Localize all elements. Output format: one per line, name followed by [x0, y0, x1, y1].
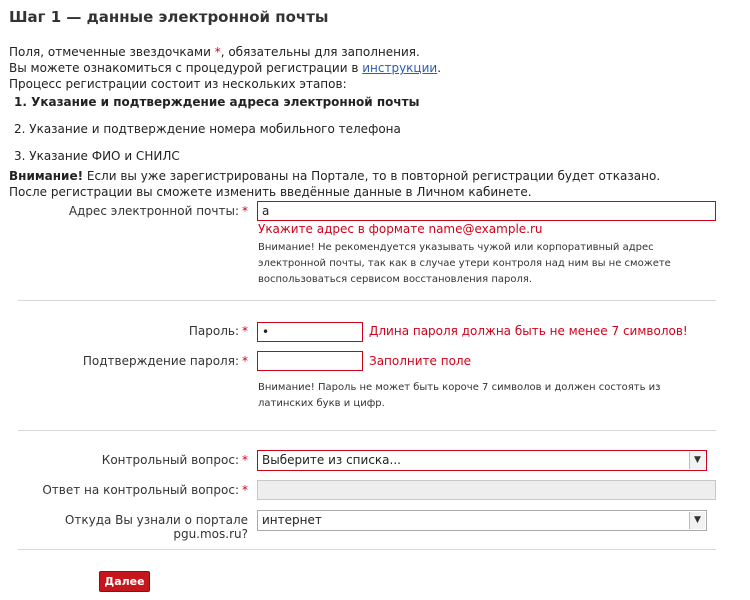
divider [18, 549, 716, 550]
warning-line-2: После регистрации вы сможете изменить вв… [9, 185, 532, 199]
password-field[interactable] [257, 322, 363, 342]
security-question-required-asterisk: * [242, 453, 248, 467]
next-button[interactable]: Далее [99, 571, 150, 592]
chevron-down-icon[interactable]: ▼ [689, 452, 705, 469]
password-required-asterisk: * [242, 324, 248, 338]
password-hint: Внимание! Пароль не может быть короче 7 … [258, 382, 661, 409]
step-item-email: 1. Указание и подтверждение адреса элект… [14, 95, 420, 109]
password-confirm-label: Подтверждение пароля: * [8, 354, 248, 368]
source-label: Откуда Вы узнали о портале pgu.mos.ru? [8, 513, 248, 541]
source-value: интернет [262, 513, 322, 527]
security-question-select[interactable]: Выберите из списка... ▼ [257, 450, 707, 471]
password-error: Длина пароля должна быть не менее 7 симв… [369, 324, 688, 338]
email-field[interactable] [257, 201, 716, 221]
password-confirm-error: Заполните поле [369, 354, 471, 368]
security-answer-field [257, 480, 716, 500]
required-note-text-end: , обязательны для заполнения. [220, 45, 420, 59]
registration-steps: 1. Указание и подтверждение адреса элект… [14, 94, 419, 175]
email-error: Укажите адрес в формате name@example.ru [258, 222, 543, 236]
security-question-label-text: Контрольный вопрос: [101, 453, 239, 467]
required-note: Поля, отмеченные звездочками *, обязател… [9, 44, 441, 60]
password-label: Пароль: * [8, 324, 248, 338]
security-answer-label-text: Ответ на контрольный вопрос: [42, 483, 239, 497]
page-title: Шаг 1 — данные электронной почты [9, 8, 329, 26]
password-confirm-required-asterisk: * [242, 354, 248, 368]
warning-notice: Внимание! Если вы уже зарегистрированы н… [9, 168, 660, 200]
instructions-link[interactable]: инструкции [362, 61, 437, 75]
step-item-phone: 2. Указание и подтверждение номера мобил… [14, 122, 401, 136]
divider [18, 300, 716, 301]
instructions-note-text: Вы можете ознакомиться с процедурой реги… [9, 61, 363, 75]
security-answer-label: Ответ на контрольный вопрос: * [8, 483, 248, 497]
divider [18, 430, 716, 431]
warning-text: Если вы уже зарегистрированы на Портале,… [83, 169, 661, 183]
password-confirm-field[interactable] [257, 351, 363, 371]
email-label-text: Адрес электронной почты: [68, 204, 239, 218]
email-hint: Внимание! Не рекомендуется указывать чуж… [258, 242, 671, 285]
password-label-text: Пароль: [188, 324, 239, 338]
security-question-label: Контрольный вопрос: * [8, 453, 248, 467]
instructions-note: Вы можете ознакомиться с процедурой реги… [9, 60, 441, 76]
intro-text: Поля, отмеченные звездочками *, обязател… [9, 44, 441, 92]
warning-line-1: Внимание! Если вы уже зарегистрированы н… [9, 168, 660, 184]
chevron-down-icon[interactable]: ▼ [689, 512, 705, 529]
source-label-text: Откуда Вы узнали о портале pgu.mos.ru? [64, 513, 248, 541]
steps-intro: Процесс регистрации состоит из нескольки… [9, 77, 347, 91]
source-select[interactable]: интернет ▼ [257, 510, 707, 531]
email-label: Адрес электронной почты: * [8, 204, 248, 218]
email-required-asterisk: * [242, 204, 248, 218]
warning-bold: Внимание! [9, 169, 84, 183]
instructions-note-end: . [437, 61, 442, 75]
security-question-value: Выберите из списка... [262, 453, 401, 467]
security-answer-required-asterisk: * [242, 483, 248, 497]
password-confirm-label-text: Подтверждение пароля: [82, 354, 239, 368]
required-note-text: Поля, отмеченные звездочками [9, 45, 215, 59]
